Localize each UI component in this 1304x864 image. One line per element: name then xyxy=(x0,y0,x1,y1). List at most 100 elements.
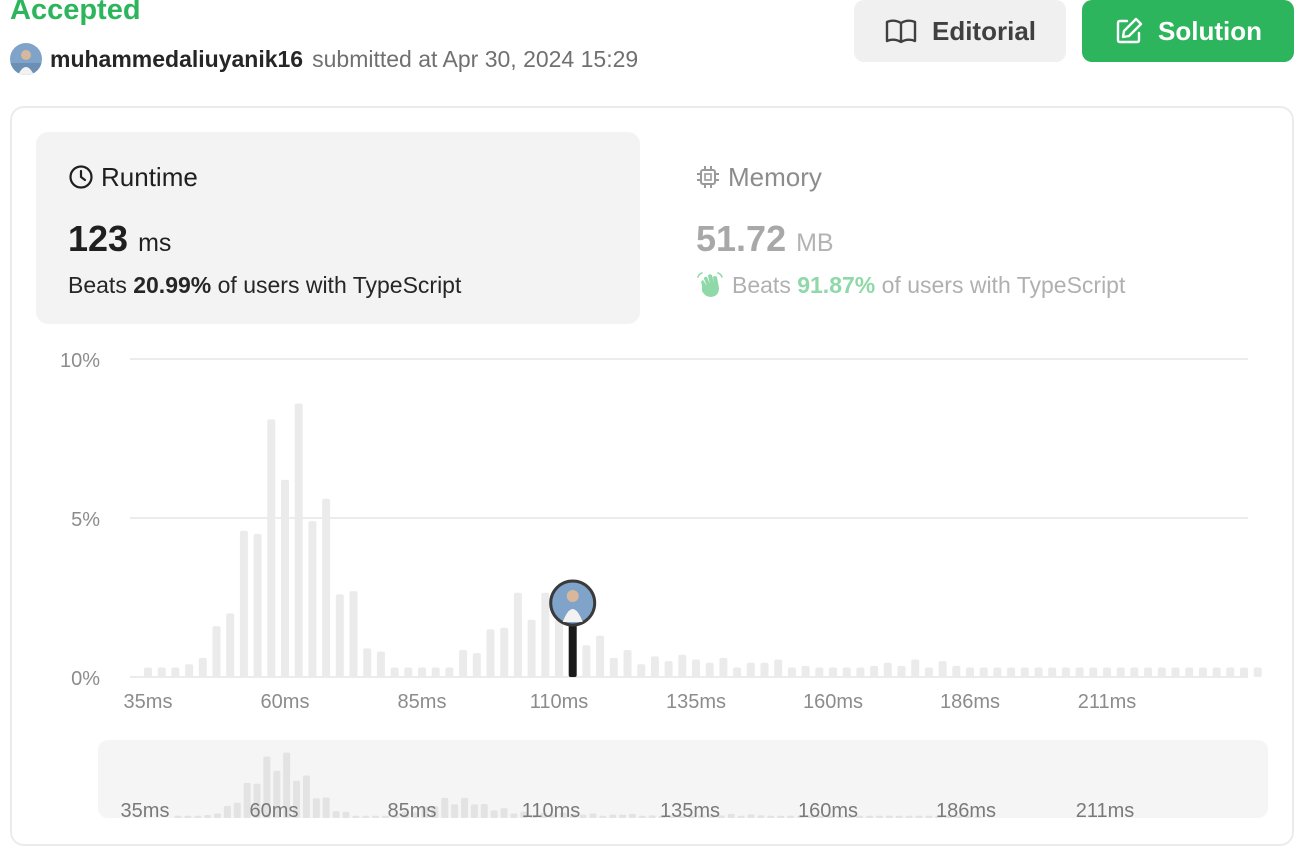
chart-bar[interactable] xyxy=(801,665,810,677)
navigator-bar xyxy=(214,813,222,818)
chart-bar[interactable] xyxy=(1061,667,1070,677)
chart-bar[interactable] xyxy=(979,667,988,677)
chart-bar[interactable] xyxy=(746,662,755,677)
navigator-bar xyxy=(500,808,508,818)
chart-bar[interactable] xyxy=(1020,667,1029,677)
chart-bar[interactable] xyxy=(733,667,742,677)
chart-bar[interactable] xyxy=(924,667,933,677)
chart-bar[interactable] xyxy=(335,594,344,677)
chart-bar[interactable] xyxy=(719,657,728,677)
navigator-bar xyxy=(609,814,617,818)
chart-bar[interactable] xyxy=(664,661,673,677)
chart-bar[interactable] xyxy=(1144,667,1153,677)
chart-bar[interactable] xyxy=(1103,667,1111,677)
chart-bar[interactable] xyxy=(1240,667,1248,677)
chart-bar[interactable] xyxy=(938,661,947,677)
chart-bar[interactable] xyxy=(815,667,824,677)
chart-bar[interactable] xyxy=(1034,667,1043,677)
navigator-bar xyxy=(322,797,330,818)
chart-bar[interactable] xyxy=(376,651,385,677)
chart-bar[interactable] xyxy=(1198,667,1207,677)
navigator-bar xyxy=(233,802,241,818)
chart-bar[interactable] xyxy=(650,656,659,677)
chart-bar[interactable] xyxy=(692,659,700,677)
chart-bar[interactable] xyxy=(404,667,413,677)
chart-bar[interactable] xyxy=(842,667,851,677)
chart-bar[interactable] xyxy=(500,627,509,677)
chart-bar[interactable] xyxy=(1048,667,1057,677)
navigator-bar xyxy=(777,815,785,818)
chart-bar[interactable] xyxy=(582,645,591,677)
chart-bar[interactable] xyxy=(774,659,783,677)
chart-bar[interactable] xyxy=(294,403,303,677)
chart-bar[interactable] xyxy=(705,662,714,677)
chart-bar[interactable] xyxy=(212,626,221,677)
chart-bar[interactable] xyxy=(993,667,1002,677)
chart-bar[interactable] xyxy=(418,667,426,677)
chart-bar[interactable] xyxy=(787,667,796,677)
chart-bar[interactable] xyxy=(144,667,152,677)
chart-bar[interactable] xyxy=(472,653,481,677)
y-tick-label: 0% xyxy=(71,668,100,690)
chart-bar[interactable] xyxy=(267,419,276,677)
navigator-bar xyxy=(194,815,202,818)
chart-bar[interactable] xyxy=(157,667,166,677)
navigator-bar xyxy=(332,811,340,818)
chart-bar[interactable] xyxy=(1075,667,1084,677)
chart-bar[interactable] xyxy=(883,662,892,677)
navigator-tick-label: 60ms xyxy=(250,800,299,822)
chart-bar[interactable] xyxy=(445,667,454,677)
highlighted-bar[interactable] xyxy=(568,618,577,677)
chart-bar[interactable] xyxy=(1116,667,1125,677)
chart-bar[interactable] xyxy=(637,664,646,677)
chart-bar[interactable] xyxy=(1226,667,1235,677)
chart-bar[interactable] xyxy=(459,649,468,677)
chart-bar[interactable] xyxy=(760,662,769,677)
navigator-bar xyxy=(470,804,478,818)
chart-bar[interactable] xyxy=(966,667,974,677)
chart-bar[interactable] xyxy=(363,648,372,677)
chart-bar[interactable] xyxy=(897,665,906,677)
chart-bar[interactable] xyxy=(349,591,358,677)
chart-bar[interactable] xyxy=(1212,667,1221,677)
chart-bar[interactable] xyxy=(198,657,207,677)
runtime-distribution-chart[interactable]: 10% 5% 0% 35ms 60ms 85ms 110ms 135ms 160ms 186ms 2… xyxy=(0,0,1304,864)
chart-bar[interactable] xyxy=(226,613,235,677)
chart-bar[interactable] xyxy=(829,667,837,677)
chart-bar[interactable] xyxy=(171,667,180,677)
chart-bar[interactable] xyxy=(623,649,632,677)
user-position-marker[interactable] xyxy=(549,579,597,627)
chart-bar[interactable] xyxy=(1007,667,1016,677)
chart-bar[interactable] xyxy=(911,659,920,677)
chart-bar[interactable] xyxy=(486,629,495,677)
chart-bar[interactable] xyxy=(1089,667,1098,677)
chart-bar[interactable] xyxy=(678,654,687,677)
chart-bar[interactable] xyxy=(281,479,289,677)
chart-bar[interactable] xyxy=(1130,667,1139,677)
chart-bar[interactable] xyxy=(870,665,879,677)
chart-bar[interactable] xyxy=(390,667,399,677)
chart-bar[interactable] xyxy=(239,530,248,677)
navigator-bar xyxy=(490,810,498,818)
chart-bar[interactable] xyxy=(1157,667,1166,677)
chart-bar[interactable] xyxy=(1253,667,1262,677)
chart-bar[interactable] xyxy=(856,667,865,677)
chart-bar[interactable] xyxy=(1171,667,1180,677)
navigator-bar xyxy=(480,803,488,818)
chart-bar[interactable] xyxy=(609,657,618,677)
chart-bar[interactable] xyxy=(555,619,563,677)
chart-bar[interactable] xyxy=(185,664,194,677)
chart-bar[interactable] xyxy=(1185,667,1194,677)
chart-bar[interactable] xyxy=(322,498,331,677)
navigator-bar xyxy=(767,815,775,818)
navigator-bar xyxy=(915,815,923,818)
chart-bar[interactable] xyxy=(541,592,550,677)
navigator-bar xyxy=(628,813,636,818)
chart-bar[interactable] xyxy=(308,521,317,677)
chart-bar[interactable] xyxy=(253,533,262,677)
chart-bar[interactable] xyxy=(596,635,605,677)
chart-bar[interactable] xyxy=(431,667,440,677)
chart-bar[interactable] xyxy=(527,619,536,677)
chart-bar[interactable] xyxy=(513,592,522,677)
chart-bar[interactable] xyxy=(952,665,961,677)
